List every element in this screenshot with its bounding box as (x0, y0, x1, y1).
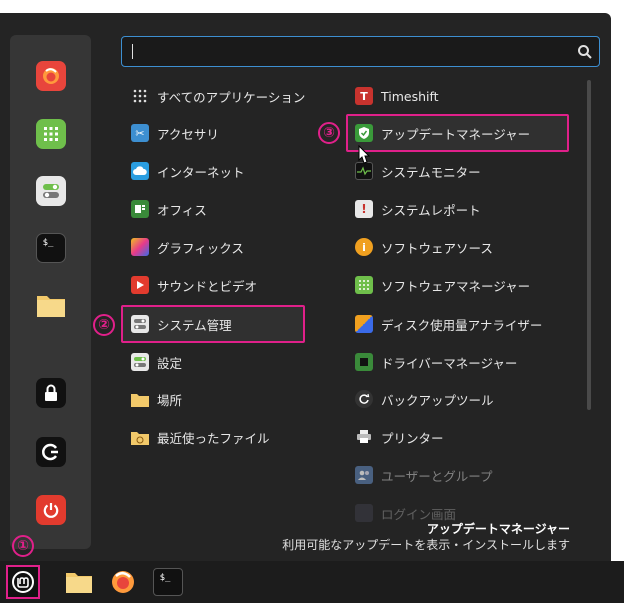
annotation-badge-1: ① (12, 535, 34, 557)
terminal-icon[interactable]: $_ (36, 233, 66, 263)
text-caret (132, 44, 133, 59)
disk-icon (355, 315, 373, 333)
scissors-icon: ✂ (131, 124, 149, 142)
users-icon (355, 466, 373, 484)
category-internet[interactable]: インターネット (131, 153, 245, 189)
app-users-groups[interactable]: ユーザーとグループ (355, 457, 493, 493)
app-update-manager[interactable]: アップデートマネージャー (355, 115, 530, 151)
taskbar-terminal-button[interactable]: $_ (153, 568, 183, 596)
taskbar-files-button[interactable] (64, 568, 94, 596)
annotation-badge-3: ③ (318, 122, 340, 144)
app-backup-tool[interactable]: バックアップツール (355, 381, 494, 417)
logout-icon[interactable] (36, 437, 66, 467)
category-graphics[interactable]: グラフィックス (131, 229, 244, 265)
firefox-icon[interactable] (36, 61, 66, 91)
office-icon (131, 200, 149, 218)
report-icon: ! (355, 200, 373, 218)
app-software-sources[interactable]: i ソフトウェアソース (355, 229, 493, 265)
app-label: システムモニター (381, 164, 481, 180)
play-icon (131, 276, 149, 294)
category-label: オフィス (157, 202, 207, 218)
category-label: グラフィックス (157, 240, 244, 256)
scrollbar[interactable] (587, 80, 591, 410)
app-label: ユーザーとグループ (381, 468, 493, 484)
category-label: 設定 (157, 355, 183, 371)
shield-icon (355, 124, 373, 142)
category-system-admin[interactable]: システム管理 (131, 306, 232, 342)
description-title: アップデートマネージャー (426, 522, 570, 536)
app-label: システムレポート (381, 202, 481, 218)
settings-toggle-icon[interactable] (36, 176, 66, 206)
category-recent-files[interactable]: 最近使ったファイル (131, 419, 270, 455)
folder-icon[interactable] (36, 290, 66, 320)
app-disk-usage-analyzer[interactable]: ディスク使用量アナライザー (355, 306, 542, 342)
app-label: ドライバーマネージャー (381, 355, 518, 371)
software-manager-icon (355, 276, 373, 294)
login-icon (355, 504, 373, 522)
category-all-applications[interactable]: すべてのアプリケーション (131, 78, 305, 114)
category-office[interactable]: オフィス (131, 191, 207, 227)
power-icon[interactable] (36, 495, 66, 525)
timeshift-icon: T (355, 87, 373, 105)
app-label: ディスク使用量アナライザー (381, 317, 543, 333)
app-label: ソフトウェアマネージャー (381, 278, 531, 294)
category-label: 場所 (157, 392, 183, 408)
app-label: Timeshift (381, 88, 439, 104)
category-accessories[interactable]: ✂ アクセサリ (131, 115, 219, 151)
taskbar-firefox-button[interactable] (108, 568, 138, 596)
description-text: 利用可能なアップデートを表示・インストールします (282, 538, 570, 552)
category-settings[interactable]: 設定 (131, 344, 182, 380)
menu-button[interactable] (6, 565, 40, 599)
app-label: アップデートマネージャー (381, 126, 531, 142)
backup-icon (355, 390, 373, 408)
mint-logo-icon (12, 571, 34, 593)
taskbar-panel: $_ (0, 561, 624, 603)
search-icon[interactable] (577, 44, 593, 60)
calculator-icon[interactable] (36, 119, 66, 149)
terminal-icon: $_ (159, 573, 171, 583)
system-admin-icon (131, 315, 149, 333)
settings-icon (131, 353, 149, 371)
app-driver-manager[interactable]: ドライバーマネージャー (355, 344, 517, 380)
app-printers[interactable]: プリンター (355, 419, 444, 455)
lock-icon[interactable] (36, 378, 66, 408)
recent-icon (131, 428, 149, 446)
printer-icon (355, 428, 373, 446)
app-label: プリンター (381, 430, 444, 446)
folder-icon (66, 573, 92, 593)
cloud-icon (131, 162, 149, 180)
category-label: すべてのアプリケーション (157, 89, 306, 105)
category-label: 最近使ったファイル (157, 430, 270, 446)
app-timeshift[interactable]: T Timeshift (355, 78, 439, 114)
category-label: システム管理 (157, 317, 232, 333)
search-input[interactable] (121, 36, 600, 67)
app-software-manager[interactable]: ソフトウェアマネージャー (355, 267, 530, 303)
firefox-icon (112, 571, 134, 593)
category-sound-video[interactable]: サウンドとビデオ (131, 267, 257, 303)
category-places[interactable]: 場所 (131, 381, 182, 417)
search-field[interactable] (136, 41, 556, 61)
info-icon: i (355, 238, 373, 256)
annotation-badge-2: ② (93, 314, 115, 336)
folder-icon (131, 390, 149, 408)
category-label: インターネット (157, 164, 245, 180)
app-system-report[interactable]: ! システムレポート (355, 191, 481, 227)
app-label: ソフトウェアソース (381, 240, 493, 256)
app-label: バックアップツール (381, 392, 494, 408)
driver-icon (355, 353, 373, 371)
mouse-cursor-icon (358, 145, 371, 164)
graphics-icon (131, 238, 149, 256)
category-label: アクセサリ (157, 126, 219, 142)
grid-icon (131, 87, 149, 105)
category-label: サウンドとビデオ (157, 278, 258, 294)
